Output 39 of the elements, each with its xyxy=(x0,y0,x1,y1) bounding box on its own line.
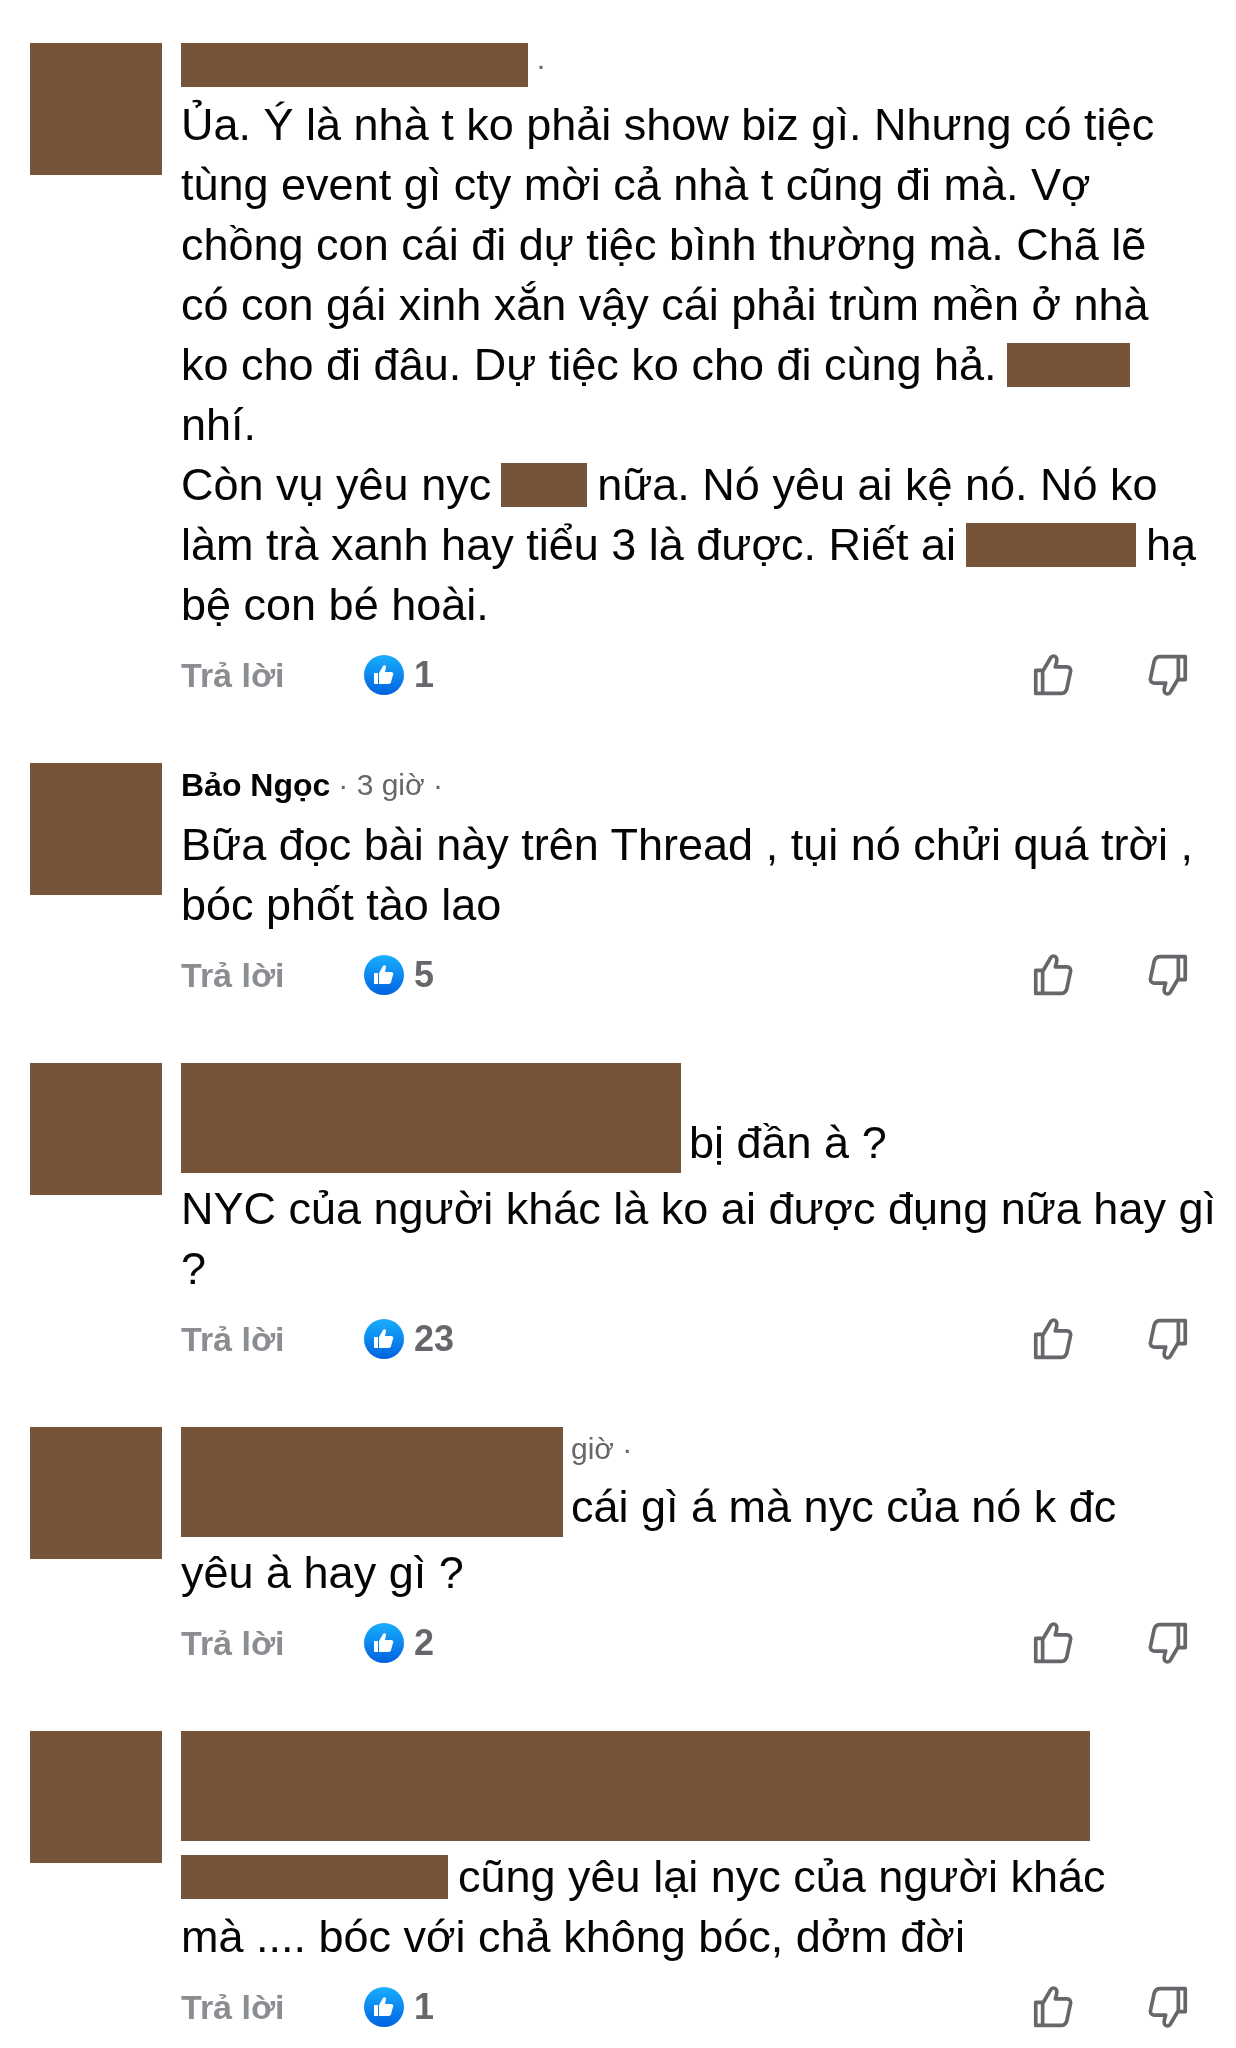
like-count: 1 xyxy=(414,1985,435,2029)
comment-text: bệ con bé hoài. xyxy=(181,578,489,632)
comment-time: giờ · xyxy=(571,1431,634,1467)
reply-button[interactable]: Trả lời xyxy=(181,1981,364,2033)
comment-text: Còn vụ yêu nyc xyxy=(181,458,492,512)
like-icon xyxy=(364,655,404,695)
comment-text: bóc phốt tào lao xyxy=(181,878,502,932)
like-count: 2 xyxy=(414,1621,435,1665)
comment-text: hạ xyxy=(1146,518,1197,572)
like-count: 23 xyxy=(414,1317,455,1361)
reply-button[interactable]: Trả lời xyxy=(181,949,364,1001)
comment-text: cũng yêu lại nyc của người khác xyxy=(458,1850,1106,1904)
like-icon xyxy=(364,1319,404,1359)
like-icon xyxy=(364,955,404,995)
comment-text: ko cho đi đâu. Dự tiệc ko cho đi cùng hả. xyxy=(181,338,997,392)
comment-text: chồng con cái đi dự tiệc bình thường mà. Chã lẽ xyxy=(181,218,1147,272)
author-name[interactable]: Bảo Ngọc xyxy=(181,763,331,807)
comment-text: ? xyxy=(181,1242,207,1296)
like-icon xyxy=(364,1987,404,2027)
comment-text: nhí. xyxy=(181,398,257,452)
reply-button[interactable]: Trả lời xyxy=(181,1617,364,1669)
reply-button[interactable]: Trả lời xyxy=(181,649,364,701)
comment-time: · 3 giờ · xyxy=(338,767,444,803)
comment-text: làm trà xanh hay tiểu 3 là được. Riết ai xyxy=(181,518,956,572)
like-count: 1 xyxy=(414,653,435,697)
comment-text: bị đần à ? xyxy=(689,1116,887,1170)
comment-text: tùng event gì cty mời cả nhà t cũng đi mà. Vợ xyxy=(181,158,1091,212)
comment-text: yêu à hay gì ? xyxy=(181,1546,464,1600)
comment-text: có con gái xinh xắn vậy cái phải trùm mền ở nhà xyxy=(181,278,1149,332)
comment-text: mà .... bóc với chả không bóc, dởm đời xyxy=(181,1910,965,1964)
comment-text: Bữa đọc bài này trên Thread , tụi nó chửi quá trời , xyxy=(181,818,1193,872)
reply-button[interactable]: Trả lời xyxy=(181,1313,364,1365)
comment-text: NYC của người khác là ko ai được đụng nữa hay gì xyxy=(181,1182,1216,1236)
comment-text: cái gì á mà nyc của nó k đc xyxy=(571,1480,1117,1534)
like-icon xyxy=(364,1623,404,1663)
comment-text: nữa. Nó yêu ai kệ nó. Nó ko xyxy=(597,458,1158,512)
comment-time: · xyxy=(536,47,546,83)
like-count: 5 xyxy=(414,953,435,997)
comment-text: Ủa. Ý là nhà t ko phải show biz gì. Nhưng có tiệc xyxy=(181,98,1155,152)
